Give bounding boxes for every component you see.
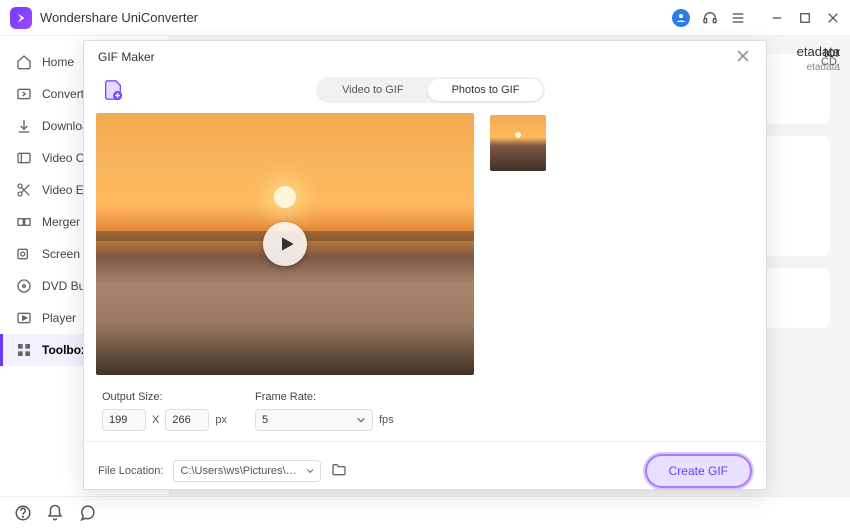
chevron-down-icon — [306, 466, 314, 476]
sidebar-item-label: Player — [42, 311, 76, 325]
sidebar-item-label: Merger — [42, 215, 80, 229]
scissors-icon — [16, 182, 32, 198]
sidebar-item-label: Toolbox — [42, 343, 88, 357]
home-icon — [16, 54, 32, 70]
thumbnail-item[interactable] — [490, 115, 546, 171]
compress-icon — [16, 150, 32, 166]
add-file-button[interactable] — [100, 77, 126, 103]
menu-icon[interactable] — [730, 10, 746, 26]
player-icon — [16, 310, 32, 326]
fps-unit: fps — [379, 414, 394, 426]
modal-close-button[interactable] — [736, 49, 752, 65]
bell-icon[interactable] — [46, 504, 64, 522]
play-button[interactable] — [263, 222, 307, 266]
app-logo — [10, 7, 32, 29]
help-icon[interactable] — [14, 504, 32, 522]
app-title: Wondershare UniConverter — [40, 10, 672, 25]
preview-pane[interactable] — [96, 113, 474, 375]
thumbnail-list — [490, 113, 754, 375]
create-gif-button[interactable]: Create GIF — [645, 454, 752, 488]
titlebar: Wondershare UniConverter — [0, 0, 850, 36]
px-unit: px — [215, 414, 227, 426]
toolbox-icon — [16, 342, 32, 358]
output-width-input[interactable] — [102, 409, 146, 431]
maximize-button[interactable] — [798, 11, 812, 25]
frame-rate-label: Frame Rate: — [255, 391, 394, 403]
disc-icon — [16, 278, 32, 294]
output-size-label: Output Size: — [102, 391, 227, 403]
minimize-button[interactable] — [770, 11, 784, 25]
mode-segment: Video to GIF Photos to GIF — [316, 77, 545, 103]
converter-icon — [16, 86, 32, 102]
file-location-select[interactable]: C:\Users\ws\Pictures\Wonders — [173, 460, 321, 482]
tab-photos-to-gif[interactable]: Photos to GIF — [428, 79, 544, 101]
headset-icon[interactable] — [702, 10, 718, 26]
download-icon — [16, 118, 32, 134]
browse-folder-button[interactable] — [331, 462, 349, 480]
file-location-label: File Location: — [98, 465, 163, 477]
bottombar — [0, 496, 850, 528]
feedback-icon[interactable] — [78, 504, 96, 522]
merge-icon — [16, 214, 32, 230]
tab-video-to-gif[interactable]: Video to GIF — [318, 79, 428, 101]
gif-maker-modal: GIF Maker Video to GIF Photos to GIF Out… — [83, 40, 767, 490]
record-icon — [16, 246, 32, 262]
x-separator: X — [152, 414, 159, 426]
output-height-input[interactable] — [165, 409, 209, 431]
sidebar-item-label: Home — [42, 55, 74, 69]
user-avatar[interactable] — [672, 9, 690, 27]
chevron-down-icon — [356, 415, 366, 425]
modal-title: GIF Maker — [98, 50, 155, 64]
frame-rate-select[interactable]: 5 — [255, 409, 373, 431]
close-button[interactable] — [826, 11, 840, 25]
